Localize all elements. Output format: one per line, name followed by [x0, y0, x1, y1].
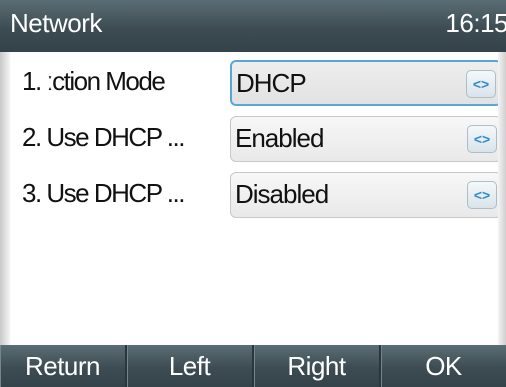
title-bar: Network 16:15 [0, 0, 506, 52]
left-right-arrow-icon[interactable]: <> [467, 181, 497, 209]
setting-row-use-dhcp-1[interactable]: 2. Use DHCP ... Enabled <> [10, 112, 502, 168]
left-right-arrow-icon[interactable]: <> [467, 125, 497, 153]
return-softkey[interactable]: Return [0, 345, 127, 387]
setting-label: 1. ːction Mode [22, 66, 166, 96]
setting-value: Disabled [235, 179, 329, 209]
connection-mode-selector[interactable]: DHCP <> [230, 60, 502, 106]
use-dhcp-selector-1[interactable]: Enabled <> [230, 116, 502, 162]
softkey-bar: Return Left Right OK [0, 345, 506, 387]
setting-value: DHCP [236, 68, 307, 98]
left-right-arrow-icon[interactable]: <> [466, 70, 496, 98]
setting-label: 3. Use DHCP ... [22, 178, 185, 208]
setting-row-use-dhcp-2[interactable]: 3. Use DHCP ... Disabled <> [10, 168, 502, 224]
ok-softkey[interactable]: OK [381, 345, 506, 387]
right-softkey[interactable]: Right [254, 345, 381, 387]
clock: 16:15 [445, 8, 506, 38]
use-dhcp-selector-2[interactable]: Disabled <> [230, 172, 502, 218]
settings-list: 1. ːction Mode DHCP <> 2. Use DHCP ... E… [0, 52, 506, 345]
setting-value: Enabled [235, 123, 324, 153]
left-softkey[interactable]: Left [127, 345, 254, 387]
page-title: Network [10, 8, 102, 38]
setting-row-connection-mode[interactable]: 1. ːction Mode DHCP <> [10, 56, 502, 112]
setting-label: 2. Use DHCP ... [22, 122, 185, 152]
